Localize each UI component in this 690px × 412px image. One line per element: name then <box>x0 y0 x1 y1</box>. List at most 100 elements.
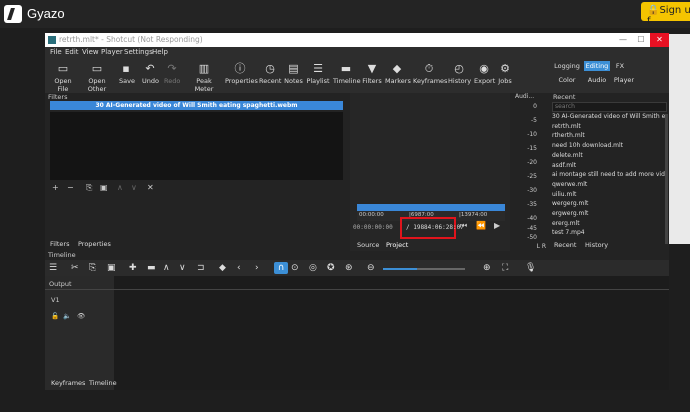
list-item[interactable]: ererg.mlt <box>552 220 665 227</box>
undo-button[interactable]: ↶ Undo <box>142 61 159 85</box>
scrub-icon[interactable]: ⊙ <box>291 262 299 274</box>
list-item[interactable]: need 10h download.mlt <box>552 142 665 149</box>
add-filter-button[interactable]: + <box>52 183 59 192</box>
next-marker-icon[interactable]: › <box>255 262 259 274</box>
signup-button[interactable]: 🔒Sign up f <box>641 2 690 27</box>
close-button[interactable]: ✕ <box>650 33 669 47</box>
overwrite-icon[interactable]: ∨ <box>179 262 186 274</box>
layout-color[interactable]: Color <box>555 75 579 85</box>
deselect-filter-button[interactable]: ✕ <box>147 183 154 192</box>
paste-filter-button[interactable]: ▣ <box>100 183 108 192</box>
copy-filter-button[interactable]: ⎘ <box>86 183 92 193</box>
rewind-icon[interactable]: ⏪ <box>476 221 486 230</box>
list-item[interactable]: qwerwe.mlt <box>552 181 665 188</box>
save-button[interactable]: ▪ Save <box>119 61 135 85</box>
open-other-button[interactable]: ▭ Open Other <box>81 61 113 93</box>
minimize-button[interactable]: — <box>614 33 632 47</box>
tab-timeline[interactable]: Timeline <box>89 379 117 387</box>
list-item[interactable]: uiliu.mlt <box>552 191 665 198</box>
notes-button[interactable]: ▤ Notes <box>284 61 303 85</box>
list-item[interactable]: retrth.mlt <box>552 123 665 130</box>
tab-keyframes[interactable]: Keyframes <box>51 379 85 387</box>
open-file-button[interactable]: ▭ Open File <box>50 61 76 93</box>
tab-filters[interactable]: Filters <box>50 240 69 248</box>
menu-icon[interactable]: ☰ <box>49 262 57 274</box>
list-item[interactable]: ai montage still need to add more vids t… <box>552 171 665 178</box>
level-label: -15 <box>527 145 537 152</box>
move-up-button[interactable]: ∧ <box>117 183 123 192</box>
markers-button[interactable]: ◆ Markers <box>385 61 411 85</box>
track-area[interactable] <box>114 276 669 390</box>
jobs-button[interactable]: ⚙ Jobs <box>497 61 513 85</box>
layout-audio[interactable]: Audio <box>585 75 609 85</box>
maximize-button[interactable]: ☐ <box>632 33 650 47</box>
paste-icon[interactable]: ▣ <box>107 262 116 274</box>
peak-meter-button[interactable]: ▥ Peak Meter <box>188 61 220 93</box>
play-icon[interactable]: ▶ <box>494 221 500 230</box>
layout-player[interactable]: Player <box>612 75 636 85</box>
menu-settings[interactable]: Settings <box>124 48 153 56</box>
menu-view[interactable]: View <box>82 48 99 56</box>
cut-icon[interactable]: ✂ <box>71 262 79 274</box>
menu-help[interactable]: Help <box>152 48 168 56</box>
list-item[interactable]: test 7.mp4 <box>552 229 665 236</box>
layout-logging[interactable]: Logging <box>553 61 581 71</box>
lock-icon[interactable]: 🔓 <box>51 312 59 320</box>
properties-button[interactable]: ⓘ Properties <box>225 61 258 85</box>
recent-button[interactable]: ◷ Recent <box>259 61 281 85</box>
position-timecode[interactable]: 00:00:00:00 <box>353 224 393 231</box>
remove-filter-button[interactable]: − <box>67 183 74 192</box>
timeline-button[interactable]: ▬ Timeline <box>333 61 361 85</box>
save-label: Save <box>119 77 135 85</box>
layout-fx[interactable]: FX <box>613 61 627 71</box>
tab-project[interactable]: Project <box>386 241 408 249</box>
list-item[interactable]: 30 AI-Generated video of Will Smith eati… <box>552 113 665 120</box>
ripple-icon[interactable]: ◎ <box>309 262 317 274</box>
list-item[interactable]: rtherth.mlt <box>552 132 665 139</box>
ripple-all-icon[interactable]: ✪ <box>327 262 335 274</box>
layout-editing[interactable]: Editing <box>584 61 610 71</box>
zoom-out-icon[interactable]: ⊖ <box>367 262 375 274</box>
copy-icon[interactable]: ⎘ <box>89 262 96 274</box>
open-other-icon: ▭ <box>91 62 103 75</box>
list-item[interactable]: wergerg.mlt <box>552 200 665 207</box>
playlist-button[interactable]: ☰ Playlist <box>306 61 330 85</box>
list-item[interactable]: asdf.mlt <box>552 162 665 169</box>
redo-button[interactable]: ↷ Redo <box>164 61 180 85</box>
list-item[interactable]: ergwerg.mlt <box>552 210 665 217</box>
export-button[interactable]: ◉ Export <box>474 61 495 85</box>
eye-icon[interactable]: 👁 <box>77 312 85 320</box>
list-item[interactable]: delete.mlt <box>552 152 665 159</box>
keyframes-button[interactable]: ⏱ Keyframes <box>413 61 447 85</box>
menu-player[interactable]: Player <box>101 48 123 56</box>
split-icon[interactable]: ⊐ <box>197 262 205 274</box>
remove-icon[interactable]: ▬ <box>147 262 156 274</box>
marker-icon[interactable]: ◆ <box>219 262 226 274</box>
skip-previous-icon[interactable]: ⏮ <box>460 221 467 231</box>
append-icon[interactable]: ✚ <box>129 262 137 274</box>
tab-source[interactable]: Source <box>357 241 379 249</box>
filter-list[interactable] <box>50 112 343 180</box>
tab-properties[interactable]: Properties <box>78 240 111 248</box>
lift-icon[interactable]: ∧ <box>163 262 170 274</box>
previous-marker-icon[interactable]: ‹ <box>237 262 241 274</box>
history-button[interactable]: ◴ History <box>448 61 471 85</box>
tab-history[interactable]: History <box>585 241 608 249</box>
zoom-in-icon[interactable]: ⊕ <box>483 262 491 274</box>
snap-icon[interactable]: ∩ <box>274 262 288 274</box>
filters-button[interactable]: ▼ Filters <box>362 61 382 85</box>
recent-scrollbar[interactable] <box>665 114 668 244</box>
mute-icon[interactable]: 🔈 <box>63 312 71 320</box>
move-down-button[interactable]: ∨ <box>131 183 137 192</box>
gyazo-logo-icon[interactable] <box>4 5 22 23</box>
menu-edit[interactable]: Edit <box>65 48 79 56</box>
search-input[interactable]: search <box>552 102 667 112</box>
save-icon: ▪ <box>122 62 130 75</box>
zoom-fit-icon[interactable]: ⛶ <box>502 262 508 274</box>
scrub-bar[interactable] <box>357 204 505 211</box>
ripple-markers-icon[interactable]: ⊛ <box>345 262 353 274</box>
menu-file[interactable]: File <box>50 48 62 56</box>
title-bar[interactable]: retrth.mlt* - Shotcut (Not Responding) —… <box>45 33 669 47</box>
tab-recent[interactable]: Recent <box>554 241 576 249</box>
record-audio-icon[interactable]: 🎙 <box>525 262 536 274</box>
